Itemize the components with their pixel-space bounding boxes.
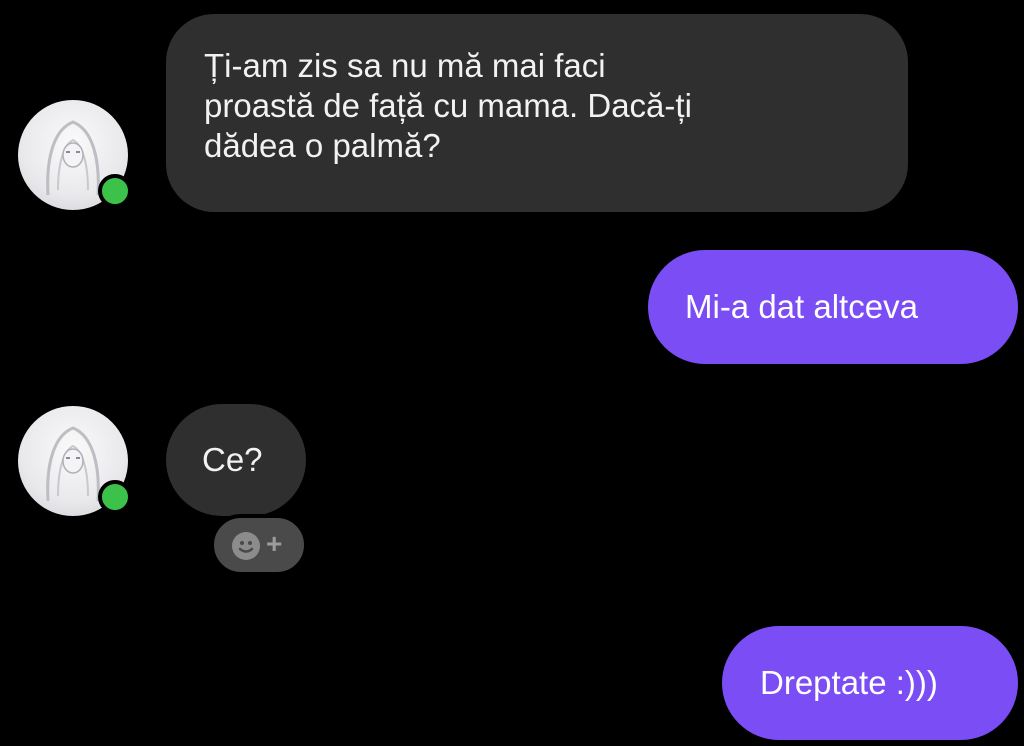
message-text-line: proastă de față cu mama. Dacă-ți bbox=[204, 87, 692, 124]
outgoing-message-bubble[interactable]: Mi-a dat altceva bbox=[648, 250, 1018, 364]
outgoing-message-bubble[interactable]: Dreptate :))) bbox=[722, 626, 1018, 740]
message-text: Dreptate :))) bbox=[760, 664, 938, 701]
smiley-icon bbox=[232, 532, 260, 560]
incoming-message-bubble[interactable]: Ce? bbox=[166, 404, 306, 516]
incoming-message-bubble[interactable]: Ți-am zis sa nu mă mai faci proastă de f… bbox=[166, 14, 908, 212]
message-text-line: Ți-am zis sa nu mă mai faci bbox=[204, 47, 606, 84]
online-status-indicator bbox=[98, 174, 132, 208]
contact-avatar[interactable] bbox=[18, 100, 132, 210]
online-status-indicator bbox=[98, 480, 132, 514]
plus-icon: + bbox=[266, 528, 283, 559]
add-reaction-button[interactable]: + bbox=[210, 514, 308, 576]
message-text: Ce? bbox=[202, 441, 263, 478]
contact-avatar[interactable] bbox=[18, 406, 132, 516]
message-text: Mi-a dat altceva bbox=[685, 288, 918, 325]
message-text-line: dădea o palmă? bbox=[204, 127, 441, 164]
